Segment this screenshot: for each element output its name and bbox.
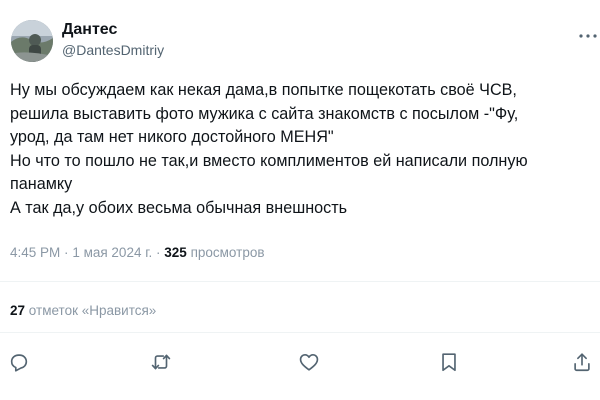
avatar[interactable]	[11, 20, 53, 62]
more-options-button[interactable]	[577, 26, 599, 46]
share-icon	[574, 353, 590, 372]
like-button[interactable]	[296, 349, 322, 375]
avatar-image	[11, 20, 53, 62]
likes-label: отметок «Нравится»	[28, 303, 157, 318]
divider	[0, 332, 600, 333]
tweet-time[interactable]: 4:45 PM	[10, 245, 60, 260]
tweet-detail: Дантес @DantesDmitriy Ну мы обсуждаем ка…	[0, 0, 600, 400]
views-label: просмотров	[190, 245, 265, 260]
tweet-text-line: панамку	[10, 175, 73, 193]
more-icon	[579, 34, 597, 38]
like-icon	[299, 354, 319, 371]
reply-icon	[10, 354, 28, 372]
divider	[0, 281, 600, 282]
meta-separator: ·	[156, 245, 161, 260]
meta-separator: ·	[64, 245, 69, 260]
retweet-icon	[151, 354, 171, 370]
author-handle[interactable]: @DantesDmitriy	[62, 42, 164, 58]
tweet-text-line: решила выставить фото мужика с сайта зна…	[10, 104, 519, 123]
share-button[interactable]	[569, 349, 595, 375]
tweet-meta: 4:45 PM · 1 мая 2024 г. · 325 просмотров	[10, 245, 265, 260]
tweet-text-line: Ну мы обсуждаем как некая дама,в попытке…	[10, 81, 517, 99]
likes-count: 27	[10, 303, 26, 318]
likes-summary[interactable]: 27 отметок «Нравится»	[10, 303, 156, 318]
bookmark-icon	[442, 353, 456, 372]
author-name[interactable]: Дантес	[62, 21, 117, 39]
tweet-text: Ну мы обсуждаем как некая дама,в попытке…	[10, 79, 595, 220]
views-count: 325	[164, 245, 187, 260]
bookmark-button[interactable]	[436, 349, 462, 375]
tweet-date[interactable]: 1 мая 2024 г.	[72, 245, 152, 260]
tweet-text-line: урод, да там нет никого достойного МЕНЯ"	[10, 128, 334, 146]
tweet-text-line: А так да,у обоих весьма обычная внешност…	[10, 198, 348, 217]
reply-button[interactable]	[6, 349, 32, 375]
tweet-text-line: Но что то пошло не так,и вместо комплиме…	[10, 151, 528, 170]
retweet-button[interactable]	[148, 349, 174, 375]
